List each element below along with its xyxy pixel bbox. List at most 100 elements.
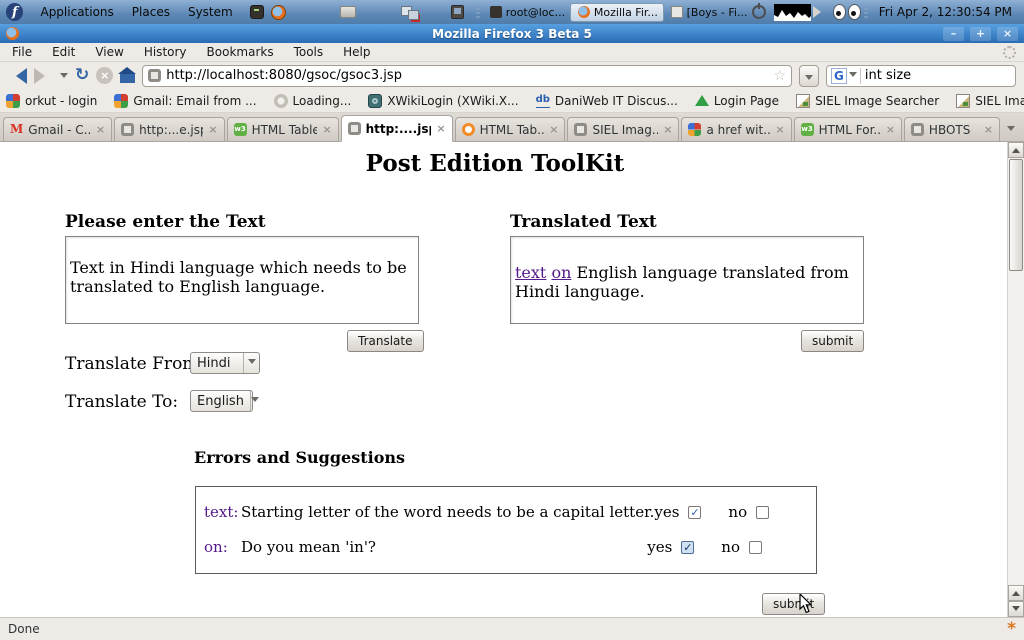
site-favicon	[148, 69, 161, 82]
tab-gmail[interactable]: M Gmail - C... ×	[3, 117, 112, 141]
translate-button[interactable]: Translate	[347, 330, 424, 352]
display-icon[interactable]	[451, 5, 464, 19]
taskbar-item-firefox[interactable]: Mozilla Fir...	[570, 3, 664, 22]
menu-applications[interactable]: Applications	[31, 2, 122, 22]
tab-close-icon[interactable]: ×	[96, 123, 105, 136]
tab-gsoc-active[interactable]: http:....jsp ×	[341, 115, 453, 142]
tab-siel[interactable]: SIEL Imag... ×	[567, 117, 679, 141]
tab-close-icon[interactable]: ×	[549, 123, 558, 136]
taskbar-item-terminal[interactable]: root@loc...	[483, 3, 570, 22]
network-disconnected-icon[interactable]	[401, 6, 418, 19]
scroll-down-button[interactable]	[1008, 601, 1024, 617]
fedora-menu-icon[interactable]: f	[6, 3, 23, 21]
bookmark-siel-1[interactable]: SIEL Image Searcher	[796, 94, 939, 108]
eyes-applet[interactable]	[833, 4, 861, 20]
power-icon[interactable]	[752, 5, 766, 19]
bookmark-orkut[interactable]: orkut - login	[6, 94, 97, 108]
volume-icon[interactable]	[813, 6, 827, 18]
page-icon	[574, 123, 587, 136]
tab-hbots[interactable]: HBOTS ×	[904, 117, 1000, 141]
google-icon	[688, 123, 701, 136]
home-button[interactable]	[120, 74, 135, 83]
menu-view[interactable]: View	[85, 43, 133, 61]
tab-close-icon[interactable]: ×	[775, 123, 784, 136]
bookmark-xwiki[interactable]: XWikiLogin (XWiki.X...	[368, 94, 518, 108]
tab-ejsp[interactable]: http:...e.jsp ×	[114, 117, 224, 141]
bookmark-login-page[interactable]: Login Page	[695, 94, 779, 108]
translated-textbox[interactable]: text on English language translated from…	[510, 236, 864, 324]
search-engine-button[interactable]: G	[830, 68, 861, 84]
menu-bookmarks[interactable]: Bookmarks	[197, 43, 284, 61]
tab-close-icon[interactable]: ×	[663, 123, 672, 136]
bookmark-siel-2[interactable]: SIEL Image Searcher	[956, 94, 1024, 108]
history-dropdown-icon[interactable]	[60, 73, 68, 82]
search-input[interactable]	[865, 68, 1024, 83]
tab-close-icon[interactable]: ×	[886, 123, 895, 136]
translate-from-select[interactable]: Hindi	[190, 352, 260, 374]
url-dropdown-button[interactable]	[799, 65, 819, 87]
scroll-up-button[interactable]	[1008, 142, 1024, 158]
tab-close-icon[interactable]: ×	[436, 122, 445, 135]
status-bug-icon[interactable]: *	[1007, 622, 1016, 636]
source-textarea[interactable]: Text in Hindi language which needs to be…	[65, 236, 419, 324]
system-monitor-applet[interactable]	[774, 4, 811, 21]
no-checkbox[interactable]	[756, 506, 769, 519]
tab-html-tab[interactable]: HTML Tab... ×	[455, 117, 566, 141]
menu-places[interactable]: Places	[123, 2, 179, 22]
taskbar-item-boys[interactable]: [Boys - Fi...	[664, 3, 753, 22]
printer-status-icon[interactable]	[340, 6, 356, 18]
tab-html-tables[interactable]: w3 HTML Tables ×	[227, 117, 339, 141]
tab-close-icon[interactable]: ×	[208, 123, 217, 136]
url-bar[interactable]: ☆	[142, 65, 792, 87]
back-button[interactable]	[8, 68, 27, 84]
tab-label: Gmail - C...	[28, 123, 91, 137]
tab-close-icon[interactable]: ×	[322, 123, 331, 136]
scrollbar-thumb[interactable]	[1009, 159, 1023, 271]
terminal-launcher-icon[interactable]	[250, 5, 265, 19]
tab-list-button[interactable]	[1001, 119, 1022, 141]
bookmark-daniweb[interactable]: db DaniWeb IT Discus...	[536, 94, 678, 108]
suggestion-link-on[interactable]: on	[551, 263, 571, 282]
close-button[interactable]: ×	[997, 27, 1018, 41]
tab-html-for[interactable]: w3 HTML For... ×	[794, 117, 902, 141]
tab-ahref[interactable]: a href wit... ×	[681, 117, 791, 141]
bookmark-gmail[interactable]: Gmail: Email from ...	[114, 94, 256, 108]
menu-tools[interactable]: Tools	[284, 43, 334, 61]
maximize-button[interactable]: +	[970, 27, 991, 41]
menu-help[interactable]: Help	[333, 43, 380, 61]
suggestion-link-text[interactable]: text	[515, 263, 546, 282]
page-title: Post Edition ToolKit	[0, 150, 990, 177]
translate-to-select[interactable]: English	[190, 390, 253, 412]
menu-system[interactable]: System	[179, 2, 242, 22]
firefox-launcher-icon[interactable]	[271, 5, 286, 20]
errors-box: text: Starting letter of the word needs …	[195, 486, 817, 574]
scroll-up-button-bottom[interactable]	[1008, 585, 1024, 601]
stop-button[interactable]: ×	[96, 67, 113, 84]
error-message: Do you mean 'in'?	[241, 538, 376, 556]
search-bar[interactable]: G	[826, 65, 1016, 87]
yes-checkbox[interactable]: ✓	[681, 541, 694, 554]
window-titlebar[interactable]: Mozilla Firefox 3 Beta 5 – + ×	[0, 24, 1024, 43]
translated-submit-button[interactable]: submit	[801, 330, 864, 352]
menu-file[interactable]: File	[2, 43, 42, 61]
menu-bar: File Edit View History Bookmarks Tools H…	[0, 43, 1024, 62]
url-input[interactable]	[166, 68, 768, 83]
no-checkbox[interactable]	[749, 541, 762, 554]
reload-button[interactable]: ↻	[75, 67, 89, 84]
bookmark-loading[interactable]: Loading...	[274, 94, 352, 108]
gnome-panel: f Applications Places System root@loc...…	[0, 0, 1024, 24]
error-word-link[interactable]: text:	[204, 503, 241, 521]
forward-button[interactable]	[34, 68, 53, 84]
minimize-button[interactable]: –	[943, 27, 964, 41]
clock[interactable]: Fri Apr 2, 12:30:54 PM	[871, 5, 1020, 19]
error-word-link[interactable]: on:	[204, 538, 241, 556]
vertical-scrollbar[interactable]	[1007, 142, 1024, 617]
tab-close-icon[interactable]: ×	[984, 123, 993, 136]
file-mini-icon	[671, 6, 683, 18]
menu-history[interactable]: History	[134, 43, 197, 61]
menu-edit[interactable]: Edit	[42, 43, 85, 61]
errors-submit-button[interactable]: submit	[762, 593, 825, 615]
yes-checkbox[interactable]: ✓	[688, 506, 701, 519]
bookmark-star-icon[interactable]: ☆	[773, 68, 786, 84]
google-icon	[114, 94, 128, 108]
